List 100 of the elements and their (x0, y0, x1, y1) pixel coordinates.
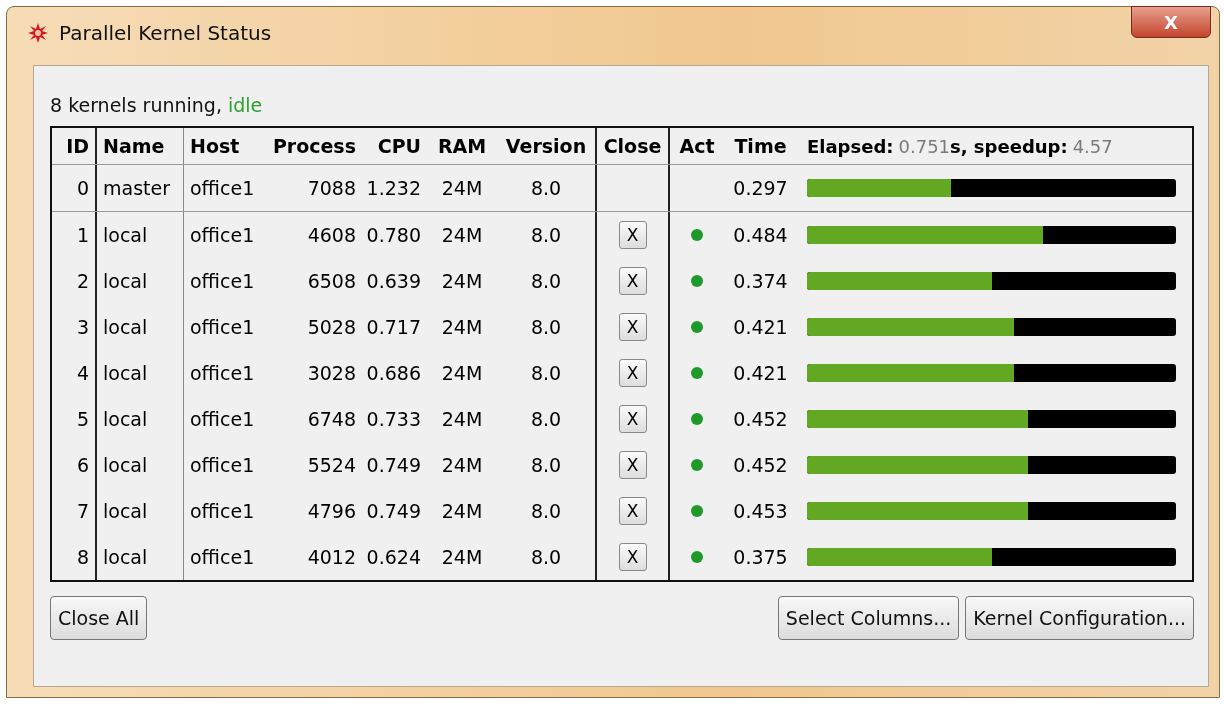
active-dot (691, 505, 703, 517)
column-header[interactable]: CPU (362, 128, 427, 164)
table-cell: local (97, 258, 184, 304)
table-cell: 0 (52, 165, 97, 211)
table-cell-text: 24M (440, 223, 484, 248)
table-cell-text: 0.421 (732, 361, 789, 386)
table-cell-text: office1 (189, 453, 256, 478)
table-cell: 8.0 (497, 212, 597, 258)
close-kernel-button[interactable]: X (618, 359, 647, 387)
close-kernel-button[interactable]: X (618, 543, 647, 571)
table-cell-text: 4608 (306, 223, 357, 248)
close-kernel-button[interactable]: X (618, 313, 647, 341)
table-cell-text: 0.733 (365, 407, 422, 432)
table-cell-text: 4012 (306, 545, 357, 570)
close-kernel-button[interactable]: X (618, 451, 647, 479)
table-cell-text: 0.686 (365, 361, 422, 386)
table-cell-text: 0.624 (365, 545, 422, 570)
table-cell: 8.0 (497, 488, 597, 534)
table-cell: 8.0 (497, 442, 597, 488)
table-cell-text: 24M (440, 407, 484, 432)
table-cell-text: office1 (189, 499, 256, 524)
table-cell: 8.0 (497, 258, 597, 304)
table-cell-text: 24M (440, 361, 484, 386)
table-cell: local (97, 212, 184, 258)
active-dot (691, 367, 703, 379)
close-kernel-button[interactable]: X (618, 221, 647, 249)
table-cell: 1 (52, 212, 97, 258)
table-cell: 8 (52, 534, 97, 580)
table-cell-text: 0.453 (732, 499, 789, 524)
window-title: Parallel Kernel Status (59, 21, 272, 45)
active-dot (691, 229, 703, 241)
table-cell-text: office1 (189, 315, 256, 340)
table-cell: 8.0 (497, 534, 597, 580)
table-cell-text: 1.232 (365, 176, 422, 201)
table-cell: local (97, 396, 184, 442)
column-header[interactable]: Close (597, 128, 670, 164)
table-cell: local (97, 442, 184, 488)
dialog-button[interactable]: Kernel Configuration... (965, 596, 1194, 640)
table-cell: 8.0 (497, 304, 597, 350)
table-cell: local (97, 304, 184, 350)
table-cell-text: 24M (440, 176, 484, 201)
close-kernel-button[interactable]: X (618, 405, 647, 433)
column-header[interactable]: ID (52, 128, 97, 164)
table-cell-text: 0.484 (732, 223, 789, 248)
table-cell: 3 (52, 304, 97, 350)
column-header[interactable]: Version (497, 128, 597, 164)
column-header[interactable]: RAM (427, 128, 497, 164)
table-cell-text: 0.717 (365, 315, 422, 340)
column-header[interactable]: Act (670, 128, 724, 164)
table-cell-text: 24M (440, 315, 484, 340)
table-cell-text: 0.297 (732, 176, 789, 201)
active-dot (691, 459, 703, 471)
table-cell-text: 0.749 (365, 499, 422, 524)
active-dot (691, 275, 703, 287)
elapsed-summary: Elapsed: 0.751s, speedup: 4.57 (806, 134, 1114, 159)
close-kernel-button[interactable]: X (618, 497, 647, 525)
table-cell-text: 5524 (306, 453, 357, 478)
table-cell: local (97, 488, 184, 534)
table-cell-text: 3028 (306, 361, 357, 386)
table-cell-text: 7088 (306, 176, 357, 201)
table-cell-text: 5028 (306, 315, 357, 340)
table-cell: local (97, 350, 184, 396)
dialog-button[interactable]: Select Columns... (777, 596, 960, 640)
table-cell: 2 (52, 258, 97, 304)
table-cell-text: 24M (440, 545, 484, 570)
table-cell: 8.0 (497, 165, 597, 211)
table-cell-text: 6508 (306, 269, 357, 294)
table-cell-text: 0.421 (732, 315, 789, 340)
table-cell-text: 0.452 (732, 453, 789, 478)
table-cell-text: 0.639 (365, 269, 422, 294)
active-dot (691, 413, 703, 425)
table-cell-text: 6748 (306, 407, 357, 432)
table-cell-text: office1 (189, 361, 256, 386)
table-cell: master (97, 165, 184, 211)
close-all-button[interactable]: Close All (50, 596, 148, 640)
active-dot (691, 321, 703, 333)
active-dot (691, 551, 703, 563)
table-cell-text: 0.780 (365, 223, 422, 248)
table-cell-text: 0.749 (365, 453, 422, 478)
star-icon (27, 22, 49, 44)
column-header[interactable]: Time (724, 128, 797, 164)
table-cell-text: office1 (189, 545, 256, 570)
column-header[interactable]: Name (97, 128, 184, 164)
table-cell-text: office1 (189, 223, 256, 248)
table-cell: local (97, 534, 184, 580)
table-cell: 8.0 (497, 350, 597, 396)
table-cell-text: office1 (189, 176, 256, 201)
table-cell-text: 4796 (306, 499, 357, 524)
table-cell-text: 24M (440, 269, 484, 294)
close-kernel-button[interactable]: X (618, 267, 647, 295)
table-cell-text: office1 (189, 269, 256, 294)
table-cell: 4 (52, 350, 97, 396)
table-cell: 7 (52, 488, 97, 534)
table-cell-text: 0.374 (732, 269, 789, 294)
table-cell: 5 (52, 396, 97, 442)
column-header[interactable]: Host (184, 128, 269, 164)
column-header[interactable]: Process (269, 128, 362, 164)
table-cell-text: 24M (440, 499, 484, 524)
table-cell: 8.0 (497, 396, 597, 442)
table-cell-text: 24M (440, 453, 484, 478)
